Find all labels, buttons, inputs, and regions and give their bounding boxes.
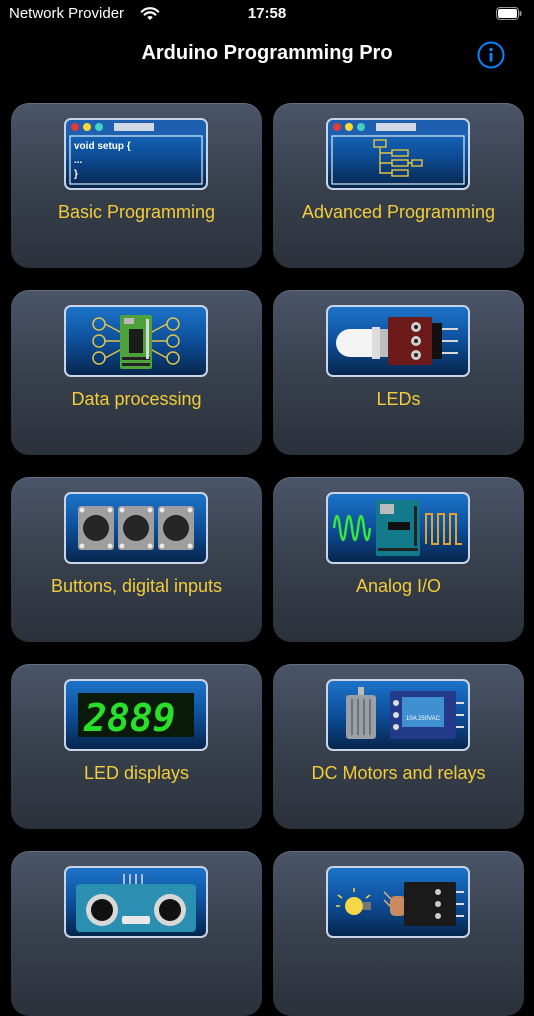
code-line-3: } bbox=[74, 169, 78, 180]
analog-signal-icon bbox=[326, 492, 470, 564]
tile-dc-motors-relays[interactable]: 10A 250VAC DC Motors and relays bbox=[273, 664, 524, 829]
code-window-icon: void setup { ... } bbox=[64, 118, 208, 190]
battery-icon bbox=[496, 7, 522, 20]
page-title: Arduino Programming Pro bbox=[141, 42, 393, 64]
code-line-1: void setup { bbox=[74, 141, 131, 152]
info-circle-icon[interactable] bbox=[477, 41, 505, 69]
tile-led-displays[interactable]: 2889 LED displays bbox=[11, 664, 262, 829]
tile-advanced-programming[interactable]: Advanced Programming bbox=[273, 103, 524, 268]
tile-leds[interactable]: LEDs bbox=[273, 290, 524, 455]
tile-label: LEDs bbox=[376, 389, 421, 409]
tile-data-processing[interactable]: Data processing bbox=[11, 290, 262, 455]
relay-rating: 10A 250VAC bbox=[406, 716, 441, 722]
motor-relay-icon: 10A 250VAC bbox=[326, 679, 470, 751]
tile-label: Data processing bbox=[71, 389, 202, 409]
tile-label: Basic Programming bbox=[57, 202, 216, 222]
seven-segment-display-icon: 2889 bbox=[64, 679, 208, 751]
tile-label: DC Motors and relays bbox=[311, 763, 486, 783]
tile-label: Advanced Programming bbox=[301, 202, 496, 222]
tile-ultrasonic-sensor[interactable] bbox=[11, 851, 262, 1016]
flowchart-window-icon bbox=[326, 118, 470, 190]
tile-label: LED displays bbox=[83, 763, 190, 783]
tile-basic-programming[interactable]: void setup { ... } Basic Programming bbox=[11, 103, 262, 268]
code-line-2: ... bbox=[74, 155, 83, 166]
tile-buttons-digital-inputs[interactable]: Buttons, digital inputs bbox=[11, 477, 262, 642]
tile-analog-io[interactable]: Analog I/O bbox=[273, 477, 524, 642]
tile-label: Analog I/O bbox=[355, 576, 442, 596]
svg-text:2889: 2889 bbox=[83, 696, 176, 740]
light-sensor-icon bbox=[326, 866, 470, 938]
tile-light-sensor[interactable] bbox=[273, 851, 524, 1016]
push-buttons-icon bbox=[64, 492, 208, 564]
data-processing-icon bbox=[64, 305, 208, 377]
ultrasonic-sensor-icon bbox=[64, 866, 208, 938]
status-bar: Network Provider 17:58 bbox=[0, 0, 534, 28]
clock: 17:58 bbox=[247, 5, 287, 22]
led-module-icon bbox=[326, 305, 470, 377]
tile-label: Buttons, digital inputs bbox=[50, 576, 223, 596]
